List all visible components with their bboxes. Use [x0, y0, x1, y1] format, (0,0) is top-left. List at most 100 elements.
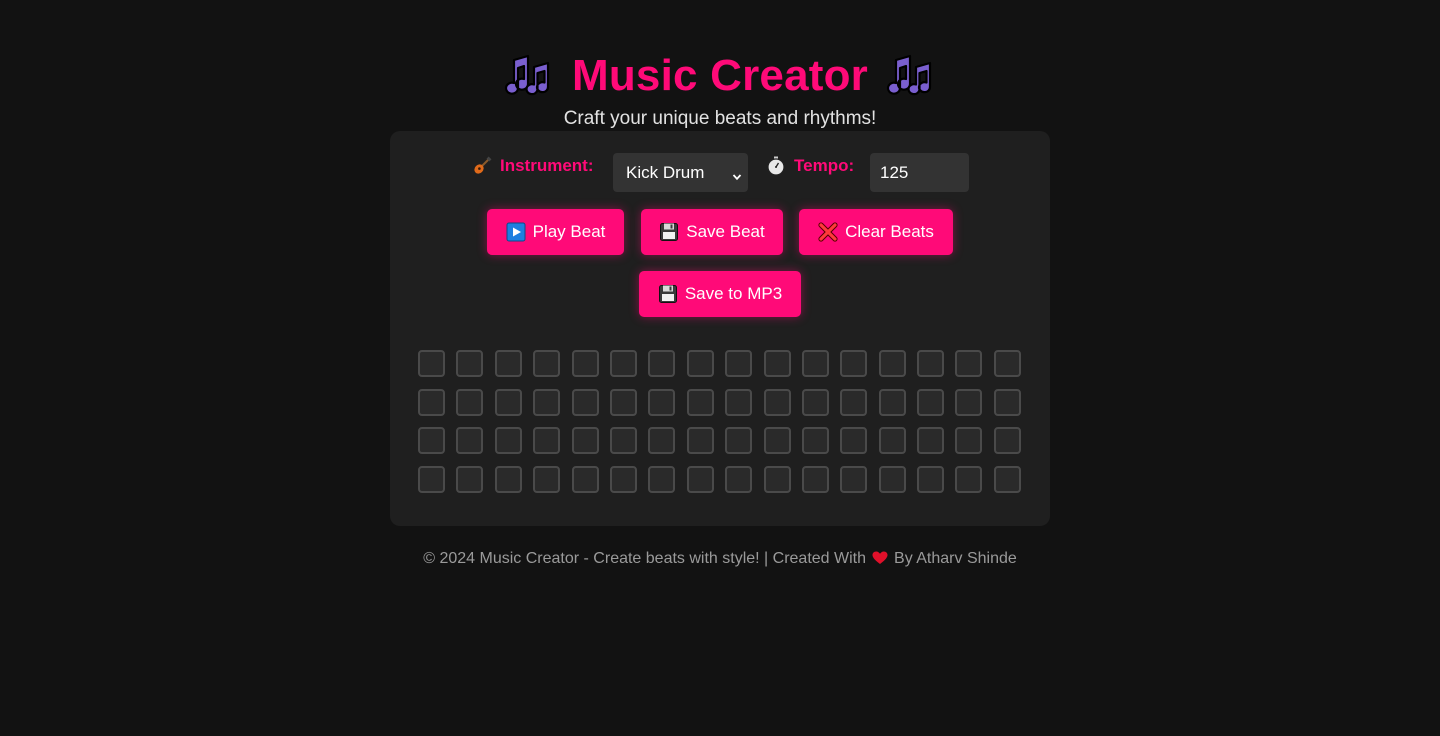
- beat-cell[interactable]: [840, 465, 868, 493]
- beat-cell[interactable]: [686, 427, 714, 455]
- beat-cell[interactable]: [840, 350, 868, 377]
- page-title: Music Creator: [571, 51, 868, 100]
- beat-cell[interactable]: [609, 465, 637, 493]
- cross-mark-icon: [818, 222, 838, 242]
- beat-cell[interactable]: [917, 388, 945, 416]
- beat-cell[interactable]: [878, 388, 906, 416]
- clear-beats-button[interactable]: Clear Beats: [799, 209, 953, 255]
- tempo-label-group: Tempo:: [766, 156, 854, 176]
- beat-cell[interactable]: [955, 388, 983, 416]
- beat-cell[interactable]: [456, 388, 484, 416]
- beat-cell[interactable]: [418, 465, 445, 493]
- play-icon: [506, 222, 526, 242]
- page-subtitle: Craft your unique beats and rhythms!: [563, 108, 877, 129]
- app-page: Music Creator Craft your unique beats an…: [0, 0, 1440, 736]
- beat-cell[interactable]: [840, 388, 868, 416]
- header: Music Creator: [0, 48, 1440, 104]
- footer: © 2024 Music Creator - Create beats with…: [0, 549, 1440, 569]
- instrument-label: Instrument:: [500, 156, 594, 175]
- controls-row: Instrument: Kick Drum Tempo: 125: [390, 153, 1050, 193]
- beat-cell[interactable]: [686, 465, 714, 493]
- beat-cell[interactable]: [418, 350, 445, 377]
- beat-cell[interactable]: [571, 465, 599, 493]
- beat-cell[interactable]: [763, 465, 791, 493]
- beat-cell[interactable]: [533, 388, 561, 416]
- beat-cell[interactable]: [456, 465, 484, 493]
- beat-cell[interactable]: [801, 465, 829, 493]
- play-beat-button[interactable]: Play Beat: [487, 209, 624, 255]
- beat-cell[interactable]: [725, 388, 753, 416]
- beat-cell[interactable]: [609, 350, 637, 377]
- beat-cell[interactable]: [571, 388, 599, 416]
- footer-text: © 2024 Music Creator - Create beats with…: [423, 550, 867, 567]
- beat-cell[interactable]: [571, 350, 599, 377]
- beat-cell[interactable]: [955, 427, 983, 455]
- beat-cell[interactable]: [609, 427, 637, 455]
- beat-cell[interactable]: [878, 350, 906, 377]
- beat-cell[interactable]: [686, 350, 714, 377]
- beat-cell[interactable]: [801, 350, 829, 377]
- beat-cell[interactable]: [533, 465, 561, 493]
- beat-cell[interactable]: [993, 427, 1021, 455]
- beat-cell[interactable]: [993, 350, 1021, 377]
- beat-cell[interactable]: [725, 427, 753, 455]
- floppy-disk-icon: [659, 222, 679, 242]
- instrument-select-value: Kick Drum: [626, 162, 705, 182]
- beat-cell[interactable]: [571, 427, 599, 455]
- beat-cell[interactable]: [840, 427, 868, 455]
- stopwatch-icon: [766, 156, 786, 176]
- beat-cell[interactable]: [648, 388, 676, 416]
- beat-cell[interactable]: [418, 388, 445, 416]
- beat-cell[interactable]: [917, 427, 945, 455]
- beat-cell[interactable]: [763, 388, 791, 416]
- save-mp3-button[interactable]: Save to MP3: [639, 271, 801, 317]
- beat-cell[interactable]: [878, 427, 906, 455]
- save-beat-label: Save Beat: [686, 222, 765, 241]
- beat-cell[interactable]: [494, 465, 522, 493]
- beat-cell[interactable]: [955, 465, 983, 493]
- tempo-input-value: 125: [880, 162, 909, 182]
- instrument-select[interactable]: Kick Drum: [613, 153, 748, 192]
- save-beat-button[interactable]: Save Beat: [641, 209, 783, 255]
- heart-icon: [872, 551, 888, 565]
- floppy-disk-icon: [658, 284, 678, 304]
- beat-cell[interactable]: [725, 465, 753, 493]
- beat-cell[interactable]: [801, 388, 829, 416]
- clear-beats-label: Clear Beats: [845, 222, 934, 241]
- beat-cell[interactable]: [456, 427, 484, 455]
- musical-notes-icon: [504, 51, 554, 101]
- beat-cell[interactable]: [456, 350, 484, 377]
- beat-cell[interactable]: [533, 427, 561, 455]
- footer-author: By Atharv Shinde: [894, 550, 1017, 567]
- tempo-input[interactable]: 125: [870, 153, 969, 192]
- tempo-label: Tempo:: [794, 156, 855, 175]
- beat-cell[interactable]: [648, 465, 676, 493]
- beat-cell[interactable]: [609, 388, 637, 416]
- beat-cell[interactable]: [878, 465, 906, 493]
- beat-cell[interactable]: [494, 427, 522, 455]
- beat-cell[interactable]: [648, 350, 676, 377]
- beat-cell[interactable]: [418, 427, 445, 455]
- beat-cell[interactable]: [533, 350, 561, 377]
- beat-cell[interactable]: [648, 427, 676, 455]
- creator-panel: Instrument: Kick Drum Tempo: 125 Play Be…: [390, 131, 1050, 526]
- save-mp3-label: Save to MP3: [684, 284, 783, 303]
- chevron-down-icon: [732, 167, 742, 181]
- beat-cell[interactable]: [917, 350, 945, 377]
- guitar-icon: [472, 156, 492, 176]
- beat-cell[interactable]: [686, 388, 714, 416]
- beat-cell[interactable]: [725, 350, 753, 377]
- instrument-label-group: Instrument:: [472, 156, 594, 176]
- beat-cell[interactable]: [494, 350, 522, 377]
- musical-notes-icon: [886, 51, 936, 101]
- beat-cell[interactable]: [917, 465, 945, 493]
- beat-cell[interactable]: [763, 350, 791, 377]
- beat-cell[interactable]: [955, 350, 983, 377]
- beat-grid: [418, 350, 1021, 493]
- beat-cell[interactable]: [993, 388, 1021, 416]
- beat-cell[interactable]: [801, 427, 829, 455]
- beat-cell[interactable]: [993, 465, 1021, 493]
- play-beat-label: Play Beat: [532, 222, 606, 241]
- beat-cell[interactable]: [494, 388, 522, 416]
- beat-cell[interactable]: [763, 427, 791, 455]
